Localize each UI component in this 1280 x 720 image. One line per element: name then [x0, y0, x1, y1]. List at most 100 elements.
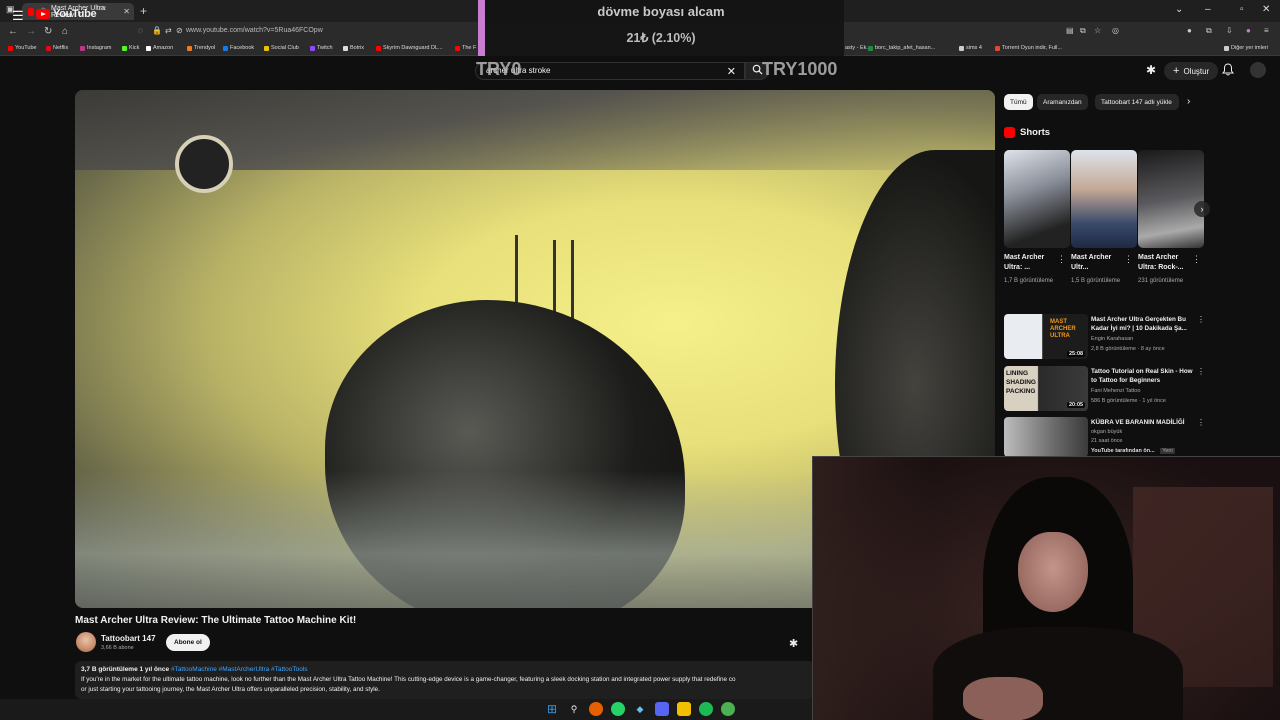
url-field[interactable]: www.youtube.com/watch?v=5Rua46FCOpw	[186, 27, 323, 34]
search-input[interactable]	[486, 66, 726, 75]
more-options-icon[interactable]: ⋮	[1057, 254, 1066, 265]
lock-icon[interactable]: 🔒	[152, 26, 162, 35]
steam-icon[interactable]: ◆	[633, 702, 647, 716]
video-title-link[interactable]: KÜBRA VE BARANIN MADİLİĞİ	[1091, 418, 1195, 427]
chip-from-search[interactable]: Aramanızdan	[1037, 94, 1088, 110]
chip-all[interactable]: Tümü	[1004, 94, 1033, 110]
chevron-right-icon[interactable]: ›	[1187, 96, 1190, 107]
extension-icon[interactable]: ●	[1187, 26, 1192, 35]
app-icon[interactable]	[721, 702, 735, 716]
short-views: 231 görüntüleme	[1138, 278, 1184, 284]
bookmark-item[interactable]: Social Club	[264, 45, 299, 51]
discord-icon[interactable]	[655, 702, 669, 716]
permissions-icon[interactable]: ⇄	[165, 26, 172, 35]
channel-name[interactable]: Tattoobart 147	[101, 634, 156, 643]
bookmark-item[interactable]: Instagram	[80, 45, 111, 51]
profile-icon[interactable]: ●	[1246, 26, 1251, 35]
short-thumbnail[interactable]	[1004, 150, 1070, 248]
firefox-icon[interactable]	[589, 702, 603, 716]
new-tab-icon[interactable]: +	[140, 4, 147, 18]
more-options-icon[interactable]: ⋮	[1197, 367, 1205, 376]
video-action-icon[interactable]: ✱	[789, 637, 798, 650]
reader-icon[interactable]: ▤	[1066, 26, 1074, 35]
forward-icon[interactable]: →	[26, 26, 36, 37]
channel-avatar[interactable]	[76, 632, 96, 652]
more-options-icon[interactable]: ⋮	[1197, 315, 1205, 324]
subscribe-button[interactable]: Abone ol	[166, 634, 210, 651]
thumbnail-text: MAST ARCHER ULTRA	[1050, 319, 1076, 339]
bookmark-item[interactable]: The F	[455, 45, 476, 51]
bookmark-item[interactable]: Twitch	[310, 45, 333, 51]
bookmark-item[interactable]: Kick	[122, 45, 139, 51]
windows-start-icon[interactable]: ⊞	[545, 702, 559, 716]
create-video-icon[interactable]: ✱	[1146, 63, 1156, 77]
short-title[interactable]: Mast Archer Ultr...	[1071, 253, 1123, 273]
shorts-next-button[interactable]: ›	[1194, 201, 1210, 217]
bookmark-item[interactable]: Amazon	[146, 45, 173, 51]
video-channel[interactable]: Fani Mehenzi Tattoo	[1091, 388, 1140, 394]
short-views: 1,7 B görüntüleme	[1004, 278, 1054, 284]
camera-off-icon[interactable]: ⊘	[176, 26, 183, 35]
bookmark-item[interactable]: Netflix	[46, 45, 68, 51]
file-explorer-icon[interactable]	[677, 702, 691, 716]
video-title-link[interactable]: Tattoo Tutorial on Real Skin - How to Ta…	[1091, 367, 1195, 385]
video-channel[interactable]: Engin Karahasan	[1091, 336, 1133, 342]
home-icon[interactable]: ⌂	[62, 26, 68, 37]
bookmark-item[interactable]: Botrix	[343, 45, 364, 51]
more-options-icon[interactable]: ⋮	[1192, 254, 1201, 265]
whatsapp-icon[interactable]	[611, 702, 625, 716]
bookmark-item[interactable]: Facebook	[223, 45, 254, 51]
translate-icon[interactable]: ⧉	[1080, 26, 1086, 36]
short-title[interactable]: Mast Archer Ultra: Rock-...	[1138, 253, 1190, 273]
social-club-icon	[264, 45, 269, 51]
short-title[interactable]: Mast Archer Ultra: ...	[1004, 253, 1056, 273]
bookmark-item[interactable]: Trendyol	[187, 45, 215, 51]
more-options-icon[interactable]: ⋮	[1197, 418, 1205, 427]
menu-icon[interactable]: ☰	[12, 8, 24, 24]
window-close-icon[interactable]: ✕	[1262, 4, 1270, 15]
search-clear-icon[interactable]: ✕	[727, 65, 736, 78]
reload-icon[interactable]: ↻	[44, 26, 52, 37]
description-hashtags[interactable]: #TattooMachine #MastArcherUltra #TattooT…	[171, 666, 308, 673]
notifications-bell-icon[interactable]	[1222, 63, 1234, 76]
account-avatar[interactable]	[1250, 62, 1266, 78]
video-title-link[interactable]: Mast Archer Ultra Gerçekten Bu Kadar İyi…	[1091, 315, 1195, 333]
youtube-logo[interactable]: YouTube TR	[36, 6, 106, 20]
webcam-person-hand	[963, 677, 1043, 720]
folder-icon	[1224, 45, 1229, 51]
more-options-icon[interactable]: ⋮	[1124, 254, 1133, 265]
bookmark-item[interactable]: borc_takip_afet_hasan...	[868, 45, 935, 51]
create-button[interactable]: + Oluştur	[1164, 62, 1219, 80]
other-bookmarks[interactable]: Diğer yer imleri	[1224, 45, 1268, 51]
kick-icon	[122, 45, 127, 51]
bookmark-item[interactable]: Torrent Oyun indir, Full...	[995, 45, 1062, 51]
video-thumbnail[interactable]	[1004, 417, 1088, 457]
webcam-overlay	[812, 456, 1280, 720]
spotify-icon[interactable]	[699, 702, 713, 716]
back-icon[interactable]: ←	[8, 26, 18, 37]
bookmark-star-icon[interactable]: ☆	[1094, 26, 1101, 35]
video-channel[interactable]: okgan büyük	[1091, 429, 1122, 435]
minimize-icon[interactable]: –	[1205, 4, 1211, 15]
shorts-heading: Shorts	[1020, 127, 1051, 138]
maximize-icon[interactable]: ▫	[1240, 4, 1244, 15]
bookmark-item[interactable]: sims 4	[959, 45, 982, 51]
tab-close-icon[interactable]: ✕	[123, 7, 130, 16]
extensions-icon[interactable]: ⧉	[1206, 26, 1212, 36]
short-thumbnail[interactable]	[1071, 150, 1137, 248]
short-thumbnail[interactable]	[1138, 150, 1204, 248]
tab-dropdown-icon[interactable]: ⌄	[1175, 4, 1183, 15]
downloads-icon[interactable]: ⇩	[1226, 26, 1233, 35]
bookmark-item[interactable]: Skyrim Dawnguard DL...	[376, 45, 443, 51]
shield-icon[interactable]: ◌	[138, 26, 143, 35]
bookmark-item[interactable]: YouTube	[8, 45, 37, 51]
youtube-icon	[376, 45, 381, 51]
screenshot-icon[interactable]: ◎	[1112, 26, 1119, 35]
taskbar-search-icon[interactable]: ⚲	[567, 702, 581, 716]
browser-menu-icon[interactable]: ≡	[1264, 26, 1269, 35]
thumbnail-text: LINING SHADING PACKING	[1006, 370, 1036, 395]
video-duration: 20:05	[1067, 402, 1086, 408]
chip-channel-uploads[interactable]: Tattoobart 147 adlı yükle	[1095, 94, 1179, 110]
torrent-icon	[995, 45, 1000, 51]
goal-end-label: TRY1000	[762, 59, 838, 79]
